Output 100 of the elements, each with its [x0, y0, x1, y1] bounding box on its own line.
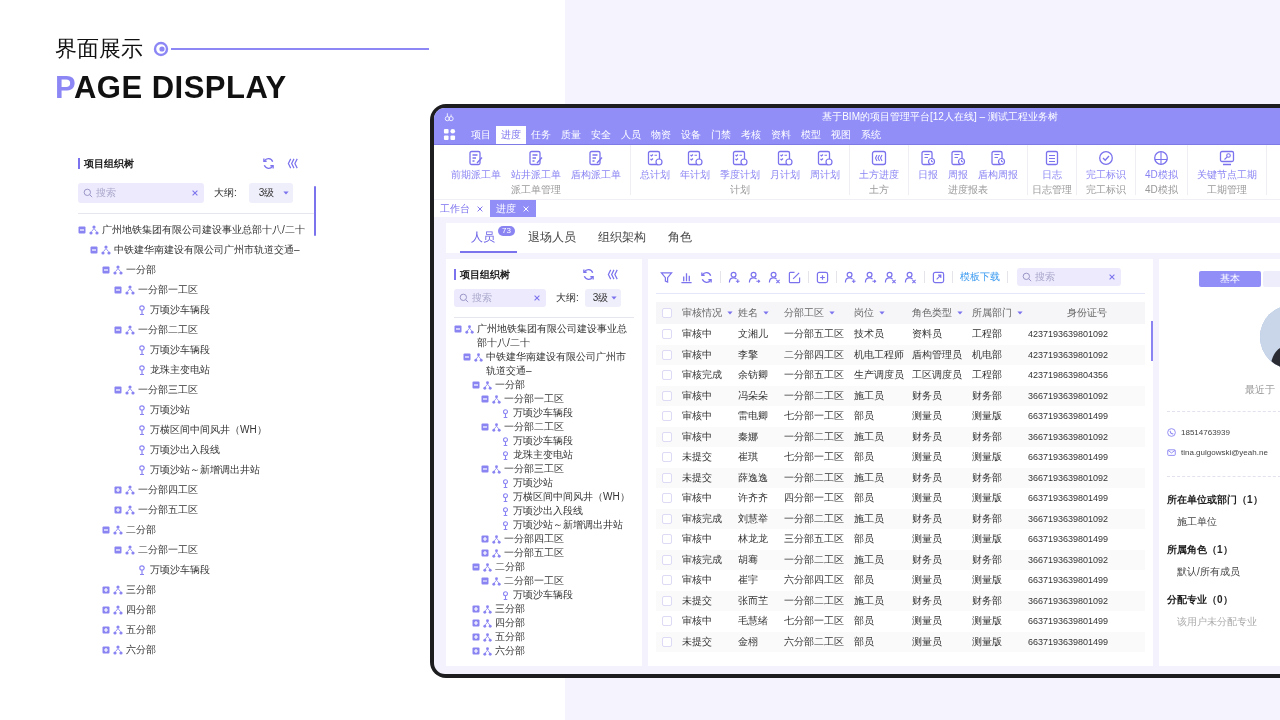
expand-icon[interactable]	[102, 586, 110, 594]
tree-item[interactable]: 万顷沙车辆段	[150, 300, 314, 320]
collapse-icon[interactable]	[481, 465, 489, 473]
collapse-icon[interactable]	[463, 353, 471, 361]
checkbox[interactable]	[662, 370, 672, 381]
scrollbar[interactable]	[314, 186, 316, 236]
user-icon[interactable]	[728, 270, 741, 284]
tree-item[interactable]: 一分部一工区	[504, 392, 634, 406]
clear-icon[interactable]	[191, 189, 199, 197]
checkbox[interactable]	[662, 390, 672, 401]
checkbox[interactable]	[662, 493, 672, 504]
checkbox[interactable]	[662, 431, 672, 442]
expand-icon[interactable]	[114, 506, 122, 514]
tab[interactable]: 角色	[657, 223, 703, 253]
tree-item[interactable]: 广州地铁集团有限公司建设事业总部十八/二十	[477, 322, 634, 350]
expand-icon[interactable]	[472, 633, 480, 641]
tree-item[interactable]: 一分部四工区	[138, 480, 314, 500]
tree-item[interactable]: 万顷沙站～新增调出井站	[150, 460, 314, 480]
tree-item[interactable]: 万顷沙出入段线	[513, 504, 634, 518]
tree-item[interactable]: 一分部二工区	[504, 420, 634, 434]
scrollbar[interactable]	[1151, 321, 1153, 361]
user-icon[interactable]	[884, 270, 897, 284]
clear-icon[interactable]	[1108, 273, 1116, 281]
tree-item[interactable]: 四分部	[126, 600, 314, 620]
tree-item[interactable]: 万顷沙车辆段	[150, 560, 314, 580]
collapse-icon[interactable]	[114, 546, 122, 554]
tree-item[interactable]: 万横区间中间风井（WH）	[513, 490, 634, 504]
checkbox[interactable]	[662, 513, 672, 524]
edit-icon[interactable]	[788, 270, 801, 284]
apps-icon[interactable]	[443, 128, 456, 141]
tree-item[interactable]: 六分部	[126, 640, 314, 660]
checkbox[interactable]	[662, 411, 672, 422]
tree-item[interactable]: 万横区间中间风井（WH）	[150, 420, 314, 440]
tree-item[interactable]: 一分部	[495, 378, 634, 392]
column-header[interactable]: 角色类型	[908, 306, 963, 320]
checkbox[interactable]	[662, 636, 672, 647]
tree-item[interactable]: 万顷沙站	[150, 400, 314, 420]
tree-item[interactable]: 中铁建华南建设有限公司广州市轨道交通–	[486, 350, 634, 378]
tree-item[interactable]: 六分部	[495, 644, 634, 658]
tree-item[interactable]: 广州地铁集团有限公司建设事业总部十八/二十	[102, 220, 314, 240]
checkbox[interactable]	[662, 534, 672, 545]
checkbox[interactable]	[662, 575, 672, 586]
level-select[interactable]: 3级	[248, 183, 293, 203]
user-icon[interactable]	[844, 270, 857, 284]
checkbox[interactable]	[662, 616, 672, 627]
tree-item[interactable]: 一分部二工区	[138, 320, 314, 340]
tab[interactable]: 组织架构	[587, 223, 657, 253]
user-icon[interactable]	[748, 270, 761, 284]
column-header[interactable]: 姓名	[734, 306, 769, 320]
tree-item[interactable]: 万顷沙车辆段	[513, 434, 634, 448]
tree-item[interactable]: 万顷沙车辆段	[150, 340, 314, 360]
expand-icon[interactable]	[114, 486, 122, 494]
tree-item[interactable]: 万顷沙站	[513, 476, 634, 490]
export-icon[interactable]	[932, 270, 945, 284]
tab[interactable]: 人员 73	[460, 223, 517, 253]
close-icon[interactable]	[476, 204, 484, 213]
tree-item[interactable]: 龙珠主变电站	[150, 360, 314, 380]
tree-item[interactable]: 二分部	[126, 520, 314, 540]
expand-icon[interactable]	[102, 606, 110, 614]
checkbox[interactable]	[662, 554, 672, 565]
collapse-icon[interactable]	[102, 266, 110, 274]
expand-icon[interactable]	[472, 605, 480, 613]
tree-item[interactable]: 一分部三工区	[138, 380, 314, 400]
tree-item[interactable]: 中铁建华南建设有限公司广州市轨道交通–	[114, 240, 314, 260]
user-icon[interactable]	[864, 270, 877, 284]
column-header[interactable]: 分部工区	[780, 306, 835, 320]
filter-icon[interactable]	[660, 270, 673, 284]
collapse-icon[interactable]	[102, 526, 110, 534]
column-header[interactable]: 审核情况	[678, 306, 733, 320]
column-header[interactable]: 岗位	[850, 306, 885, 320]
expand-icon[interactable]	[481, 549, 489, 557]
checkbox[interactable]	[662, 349, 672, 360]
collapse-icon[interactable]	[114, 386, 122, 394]
tree-item[interactable]: 一分部五工区	[138, 500, 314, 520]
tree-item[interactable]: 一分部四工区	[504, 532, 634, 546]
collapse-icon[interactable]	[481, 577, 489, 585]
collapse-icon[interactable]	[481, 395, 489, 403]
expand-icon[interactable]	[472, 647, 480, 655]
checkbox[interactable]	[662, 595, 672, 606]
collapse-icon[interactable]	[454, 325, 462, 333]
page-tab[interactable]: 工作台	[434, 200, 490, 217]
collapse-icon[interactable]	[472, 563, 480, 571]
expand-icon[interactable]	[472, 619, 480, 627]
tree-item[interactable]: 四分部	[495, 616, 634, 630]
checkbox[interactable]	[662, 329, 672, 340]
collapse-icon[interactable]	[114, 326, 122, 334]
clear-icon[interactable]	[533, 294, 541, 302]
refresh-icon[interactable]	[262, 156, 275, 170]
collapse-icon[interactable]	[472, 381, 480, 389]
tree-item[interactable]: 一分部一工区	[138, 280, 314, 300]
tree-item[interactable]: 三分部	[495, 602, 634, 616]
expand-icon[interactable]	[481, 535, 489, 543]
collapse-icon[interactable]	[607, 267, 620, 281]
checkbox[interactable]	[662, 472, 672, 483]
user-icon[interactable]	[768, 270, 781, 284]
user-icon[interactable]	[904, 270, 917, 284]
menu-tab[interactable]: 进度	[496, 126, 526, 144]
expand-icon[interactable]	[102, 626, 110, 634]
tree-item[interactable]: 万顷沙出入段线	[150, 440, 314, 460]
tree-item[interactable]: 二分部一工区	[138, 540, 314, 560]
